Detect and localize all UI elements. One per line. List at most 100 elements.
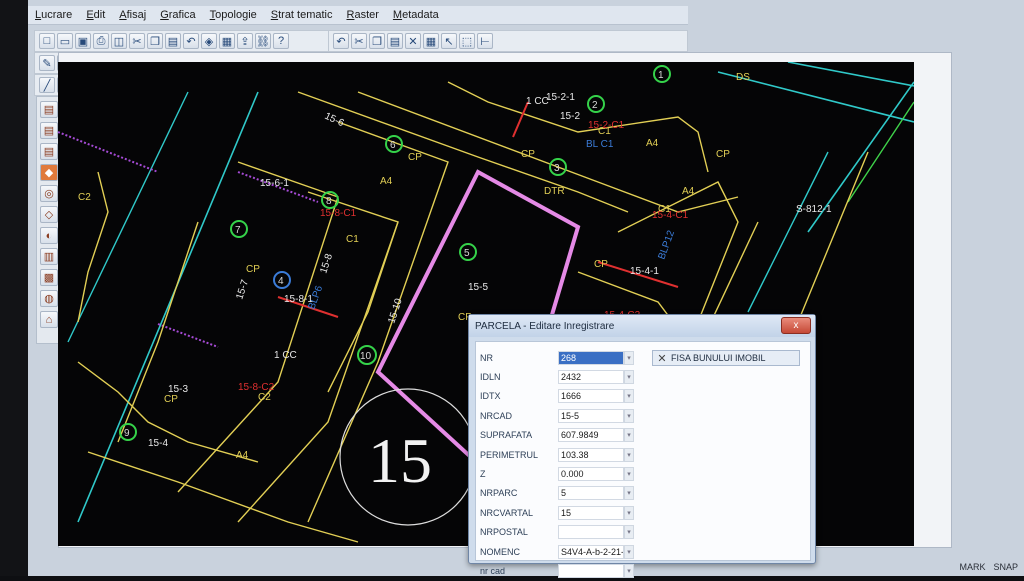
dialog-title: PARCELA - Editare Inregistrare [469,315,815,337]
menu-metadata[interactable]: Metadata [386,9,446,21]
field-label: nr cad [480,565,506,576]
attribute-fields: NR 268 ▾ IDLN 2432 ▾ IDTX 1666 ▾ NRCAD 15-5 ▾ SU… [480,348,646,581]
parcel-marker-9: 9 [124,428,130,439]
delete-icon[interactable]: ✕ [405,33,421,49]
print-icon[interactable]: ⎙ [93,33,109,49]
field-nrcad-input[interactable]: 15-5 [558,408,624,423]
field-suprafata-input[interactable]: 607.9849 [558,428,624,443]
menu-edit[interactable]: Edit [79,9,112,21]
color-grid-icon[interactable]: ▩ [40,269,58,286]
legend-icon[interactable]: ▥ [40,248,58,265]
export-icon[interactable]: ⇪ [237,33,253,49]
cut-icon[interactable]: ✂ [129,33,145,49]
preview-icon[interactable]: ◫ [111,33,127,49]
label-cp: CP [521,149,535,160]
layer-tool-3-icon[interactable]: ▤ [40,143,58,160]
tag-icon[interactable]: ⌂ [40,311,58,328]
dropdown-arrow-icon[interactable]: ▾ [624,370,634,385]
dropdown-arrow-icon[interactable]: ▾ [624,486,634,501]
field-z-input[interactable]: 0.000 [558,467,624,482]
label-cp: CP [594,259,608,270]
label-cp: CP [408,152,422,163]
menu-raster[interactable]: Raster [340,9,386,21]
dropdown-arrow-icon[interactable]: ▾ [624,447,634,462]
field-row-perimetrul: PERIMETRUL 103.38 ▾ [480,445,646,464]
copy-edit-icon[interactable]: ❐ [369,33,385,49]
label-15-8-c2: 15-8-C2 [238,382,275,393]
draw-line-icon[interactable]: ╱ [39,77,55,93]
dropdown-arrow-icon[interactable]: ▾ [624,350,634,365]
open-folder-icon[interactable]: ▭ [57,33,73,49]
label-bl-c1: BL C1 [586,139,614,150]
help-icon[interactable]: ? [273,33,289,49]
fisa-bunului-imobil-button[interactable]: ✕ FISA BUNULUI IMOBIL [652,350,800,366]
monitor-bezel [0,0,28,576]
dropdown-arrow-icon[interactable]: ▾ [624,428,634,443]
field-idtx-input[interactable]: 1666 [558,389,624,404]
measure-icon[interactable]: ⊢ [477,33,493,49]
label-a4: A4 [682,186,695,197]
field-nr-input[interactable]: 268 [558,350,624,365]
menu-lucrare[interactable]: Lucrare [28,9,79,21]
label-15-3: 15-3 [168,384,188,395]
pencil-icon[interactable]: ✎ [39,55,55,71]
label-cp: CP [246,264,260,275]
save-icon[interactable]: ▣ [75,33,91,49]
status-mark[interactable]: MARK [959,562,985,576]
field-nrcvartal-input[interactable]: 15 [558,505,624,520]
globe-icon[interactable]: ◎ [40,185,58,202]
paste-edit-icon[interactable]: ▤ [387,33,403,49]
field-nomenc-input[interactable]: S4V4-A-b-2-21-1 [558,544,624,559]
label-15-8-1: 15-8-1 [284,294,313,305]
undo-icon[interactable]: ↶ [183,33,199,49]
dropdown-arrow-icon[interactable]: ▾ [624,505,634,520]
block-number-label: 15 [368,425,432,496]
label-dtr: DTR [544,186,565,197]
copy-icon[interactable]: ❐ [147,33,163,49]
palette-icon[interactable]: ◍ [40,290,58,307]
label-15-4-c1: 15-4-C1 [652,210,689,221]
dropdown-arrow-icon[interactable]: ▾ [624,467,634,482]
parcela-edit-dialog: PARCELA - Editare Inregistrare x NR 268 ▾ … [468,314,816,578]
status-snap[interactable]: SNAP [993,562,1018,576]
layer-tool-icon[interactable]: ▤ [40,101,58,118]
select-arrow-icon[interactable]: ↖ [441,33,457,49]
parcel-marker-2: 2 [592,100,598,111]
dropdown-arrow-icon[interactable]: ▾ [624,389,634,404]
label-c2: C2 [78,192,91,203]
label-c1: C1 [346,234,359,245]
link-icon[interactable]: ⛓ [255,33,271,49]
field-idln-input[interactable]: 2432 [558,370,624,385]
table-icon[interactable]: ▦ [219,33,235,49]
grid-icon[interactable]: ▦ [423,33,439,49]
dialog-close-button[interactable]: x [781,317,811,334]
dropdown-arrow-icon[interactable]: ▾ [624,544,634,559]
menu-bar: Lucrare Edit Afisaj Grafica Topologie St… [28,6,688,25]
paint-icon[interactable]: ◐ [40,227,58,244]
status-bar: MARK SNAP [959,562,1024,576]
label-a4: A4 [380,176,393,187]
menu-afisaj[interactable]: Afisaj [112,9,153,21]
menu-grafica[interactable]: Grafica [153,9,202,21]
field-row-suprafata: SUPRAFATA 607.9849 ▾ [480,426,646,445]
shapes-icon[interactable]: ◇ [40,206,58,223]
active-layer-icon[interactable]: ◆ [40,164,58,181]
parcel-marker-5: 5 [464,248,470,259]
undo-edit-icon[interactable]: ↶ [333,33,349,49]
tools-icon: ✕ [657,352,667,365]
field-nrpostal-input[interactable] [558,525,624,540]
menu-topologie[interactable]: Topologie [203,9,264,21]
field-perimetrul-input[interactable]: 103.38 [558,447,624,462]
dropdown-arrow-icon[interactable]: ▾ [624,408,634,423]
cut-edit-icon[interactable]: ✂ [351,33,367,49]
new-file-icon[interactable]: □ [39,33,55,49]
parcel-marker-10: 10 [360,351,372,362]
field-nrparc-input[interactable]: 5 [558,486,624,501]
layer-tool-2-icon[interactable]: ▤ [40,122,58,139]
menu-strat-tematic[interactable]: Strat tematic [264,9,340,21]
dropdown-arrow-icon[interactable]: ▾ [624,525,634,540]
paste-icon[interactable]: ▤ [165,33,181,49]
layers-icon[interactable]: ◈ [201,33,217,49]
select-area-icon[interactable]: ⬚ [459,33,475,49]
parcel-marker-8: 8 [326,196,332,207]
